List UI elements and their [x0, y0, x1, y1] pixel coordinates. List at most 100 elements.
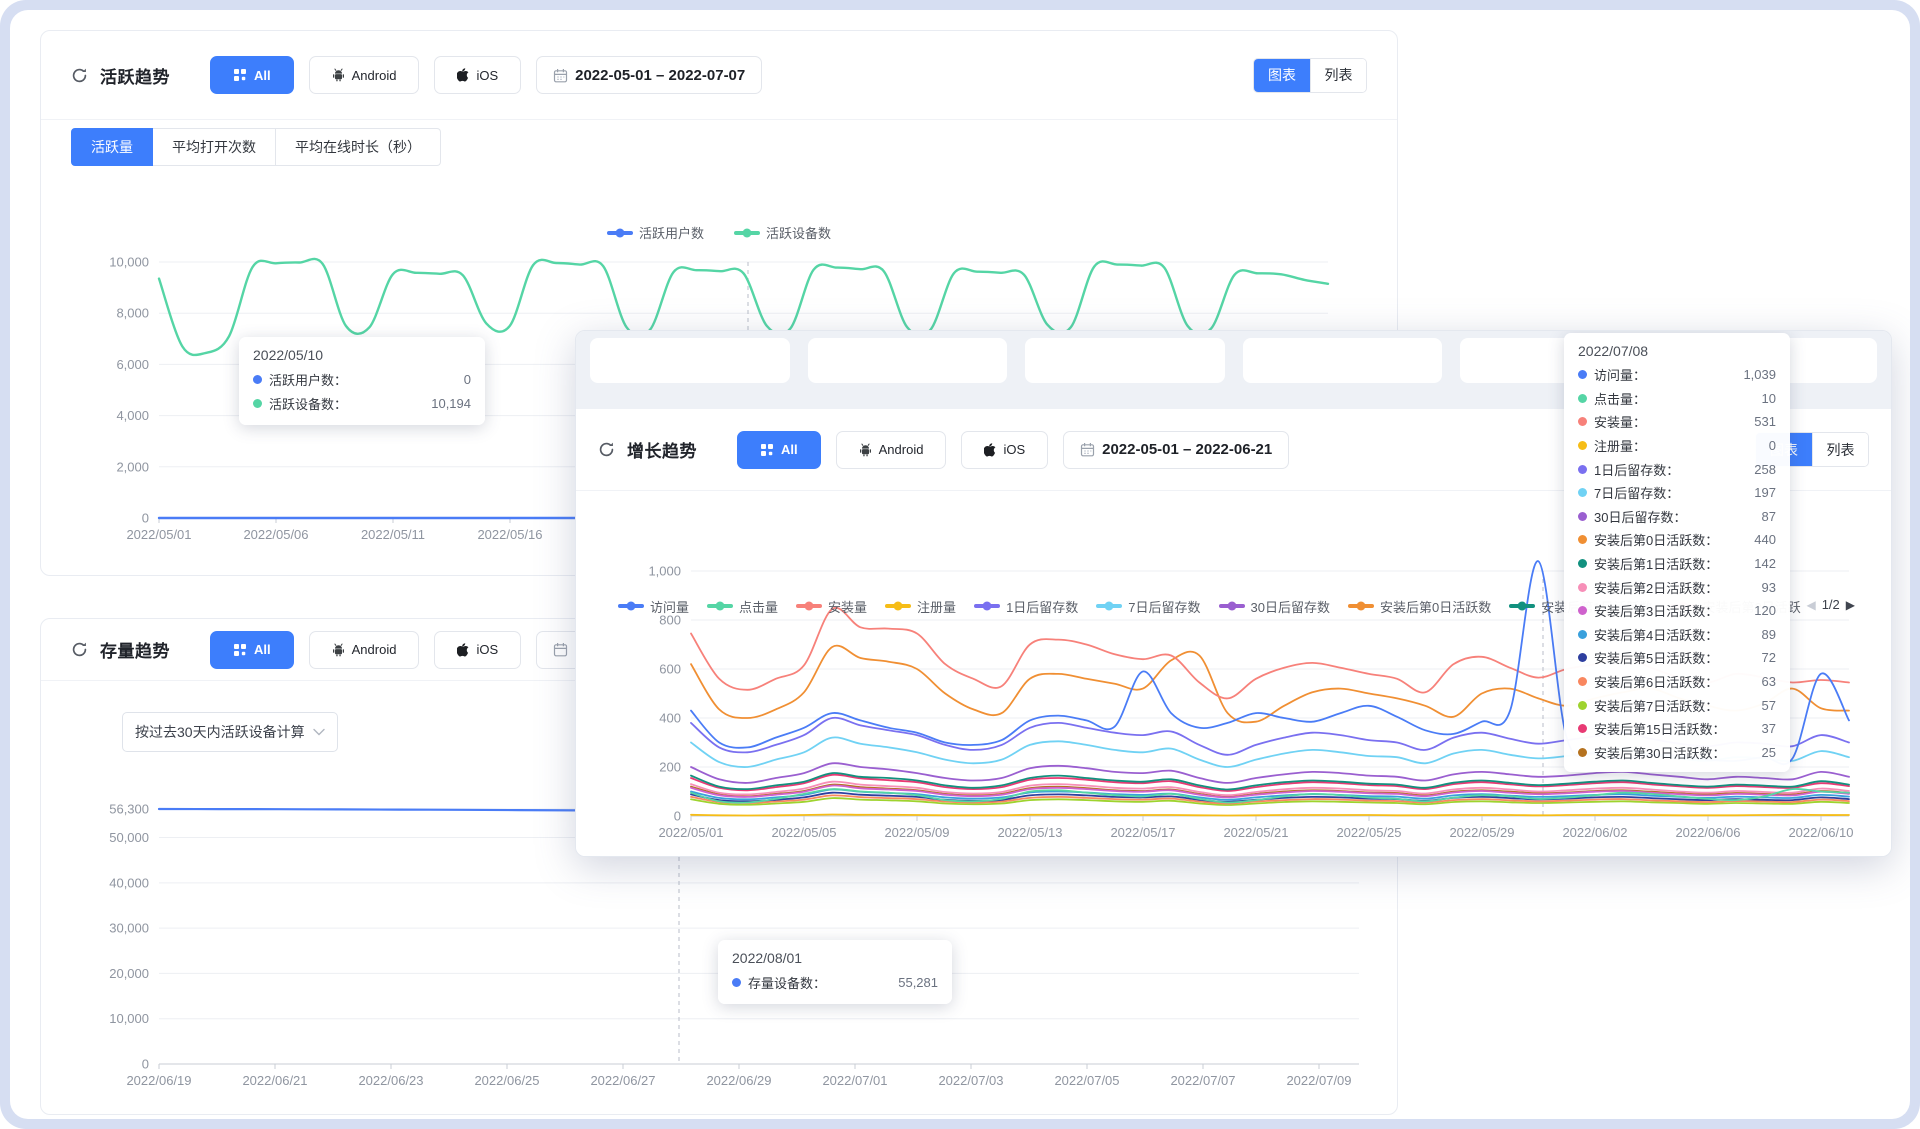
- legend-label: 安装量: [828, 597, 867, 616]
- date-range-label: 2022-05-01 – 2022-06-21: [1102, 441, 1272, 458]
- tooltip-date: 2022/08/01: [732, 950, 938, 966]
- legend-label: 安装后第0日活跃数: [1380, 597, 1491, 616]
- svg-text:2022/05/25: 2022/05/25: [1336, 825, 1401, 840]
- date-range-picker[interactable]: 2022-05-01 – 2022-07-07: [536, 56, 762, 94]
- legend-item-3[interactable]: 注册量: [885, 597, 956, 616]
- legend-item-6[interactable]: 30日后留存数: [1219, 597, 1330, 616]
- tooltip-row: 安装后第2日活跃数：93: [1578, 575, 1776, 599]
- stock-calc-method-select[interactable]: 按过去30天内活跃设备计算: [122, 712, 338, 752]
- legend-item-active-devices[interactable]: 活跃设备数: [734, 223, 831, 242]
- growth-trend-panel: 02004006008001,0002022/05/012022/05/0520…: [575, 330, 1892, 857]
- svg-text:2022/05/01: 2022/05/01: [658, 825, 723, 840]
- svg-text:8,000: 8,000: [116, 306, 149, 321]
- legend-prev-icon[interactable]: ◀: [1806, 598, 1815, 612]
- page-title: 存量趋势: [100, 637, 170, 662]
- date-range-picker[interactable]: 2022-05-01 – 2022-06-21: [1063, 431, 1289, 469]
- legend-item-4[interactable]: 1日后留存数: [974, 597, 1078, 616]
- svg-text:400: 400: [659, 711, 681, 726]
- toggle-list-view[interactable]: 列表: [1812, 433, 1868, 466]
- svg-text:2022/05/11: 2022/05/11: [361, 527, 425, 542]
- svg-text:2022/07/05: 2022/07/05: [1054, 1073, 1119, 1088]
- tab-avg-online-time[interactable]: 平均在线时长（秒）: [276, 128, 441, 166]
- svg-text:2022/07/03: 2022/07/03: [938, 1073, 1003, 1088]
- stat-card: [590, 338, 790, 383]
- platform-android-button[interactable]: Android: [309, 631, 420, 669]
- platform-ios-label: iOS: [1003, 442, 1025, 457]
- svg-text:2022/07/09: 2022/07/09: [1286, 1073, 1351, 1088]
- tooltip-row: 安装量：531: [1578, 410, 1776, 434]
- legend-marker: [1509, 604, 1535, 608]
- series-dot: [253, 399, 262, 408]
- svg-text:2022/06/29: 2022/06/29: [706, 1073, 771, 1088]
- svg-text:1,000: 1,000: [648, 564, 681, 579]
- series-dot: [1578, 370, 1587, 379]
- legend-next-icon[interactable]: ▶: [1846, 598, 1855, 612]
- legend-marker: [607, 231, 633, 235]
- dropdown-value: 按过去30天内活跃设备计算: [135, 722, 305, 742]
- svg-text:2022/07/07: 2022/07/07: [1170, 1073, 1235, 1088]
- calendar-icon: [553, 642, 568, 657]
- platform-all-button[interactable]: All: [210, 631, 294, 669]
- legend-label: 30日后留存数: [1251, 597, 1330, 616]
- svg-text:2022/05/05: 2022/05/05: [771, 825, 836, 840]
- refresh-icon[interactable]: [71, 67, 88, 84]
- legend-marker: [1348, 604, 1374, 608]
- tooltip-row: 存量设备数： 55,281: [732, 970, 938, 994]
- platform-android-label: Android: [879, 442, 924, 457]
- platform-all-button[interactable]: All: [210, 56, 294, 94]
- platform-filter: All Android: [737, 431, 1048, 469]
- platform-ios-button[interactable]: iOS: [434, 56, 521, 94]
- metric-tabs: 活跃量 平均打开次数 平均在线时长（秒）: [71, 128, 441, 166]
- page-title: 增长趋势: [627, 437, 697, 462]
- svg-text:10,000: 10,000: [109, 255, 149, 270]
- series-dot: [1578, 465, 1587, 474]
- grid-icon: [233, 643, 247, 657]
- svg-text:2022/05/09: 2022/05/09: [884, 825, 949, 840]
- platform-filter: All Android: [210, 56, 521, 94]
- toggle-list-view[interactable]: 列表: [1310, 59, 1366, 92]
- legend-item-0[interactable]: 访问量: [618, 597, 689, 616]
- refresh-icon[interactable]: [598, 441, 615, 458]
- refresh-icon[interactable]: [71, 641, 88, 658]
- svg-text:2,000: 2,000: [116, 459, 149, 474]
- svg-text:2022/06/19: 2022/06/19: [126, 1073, 191, 1088]
- legend-item-2[interactable]: 安装量: [796, 597, 867, 616]
- legend-item-active-users[interactable]: 活跃用户数: [607, 223, 704, 242]
- platform-all-button[interactable]: All: [737, 431, 821, 469]
- svg-text:4,000: 4,000: [116, 408, 149, 423]
- svg-text:2022/06/02: 2022/06/02: [1562, 825, 1627, 840]
- tooltip-row: 安装后第7日活跃数：57: [1578, 693, 1776, 717]
- platform-ios-button[interactable]: iOS: [434, 631, 521, 669]
- app-frame: 02,0004,0006,0008,00010,0002022/05/01202…: [0, 0, 1920, 1129]
- grid-icon: [760, 443, 774, 457]
- svg-text:200: 200: [659, 760, 681, 775]
- svg-text:2022/05/06: 2022/05/06: [243, 527, 308, 542]
- tooltip-row: 30日后留存数：87: [1578, 505, 1776, 529]
- legend-item-5[interactable]: 7日后留存数: [1096, 597, 1200, 616]
- svg-text:10,000: 10,000: [109, 1011, 149, 1026]
- legend-item-1[interactable]: 点击量: [707, 597, 778, 616]
- tab-active-volume[interactable]: 活跃量: [71, 128, 153, 166]
- tooltip-row: 安装后第3日活跃数：120: [1578, 599, 1776, 623]
- platform-android-button[interactable]: Android: [836, 431, 947, 469]
- tab-avg-opens[interactable]: 平均打开次数: [153, 128, 276, 166]
- grid-icon: [233, 68, 247, 82]
- date-range-label: 2022-05-01 – 2022-07-07: [575, 67, 745, 84]
- svg-text:40,000: 40,000: [109, 875, 149, 890]
- platform-android-label: Android: [352, 642, 397, 657]
- tooltip-row: 1日后留存数：258: [1578, 457, 1776, 481]
- svg-text:2022/05/16: 2022/05/16: [477, 527, 542, 542]
- legend-marker: [1096, 604, 1122, 608]
- series-dot: [1578, 701, 1587, 710]
- platform-ios-button[interactable]: iOS: [961, 431, 1048, 469]
- tooltip-row: 安装后第30日活跃数：25: [1578, 741, 1776, 765]
- calendar-icon: [553, 68, 568, 83]
- platform-android-button[interactable]: Android: [309, 56, 420, 94]
- svg-text:2022/07/01: 2022/07/01: [822, 1073, 887, 1088]
- stat-card: [808, 338, 1008, 383]
- tooltip-row: 7日后留存数：197: [1578, 481, 1776, 505]
- svg-text:2022/05/29: 2022/05/29: [1449, 825, 1514, 840]
- legend-item-7[interactable]: 安装后第0日活跃数: [1348, 597, 1491, 616]
- stat-card: [1025, 338, 1225, 383]
- toggle-chart-view[interactable]: 图表: [1254, 59, 1310, 92]
